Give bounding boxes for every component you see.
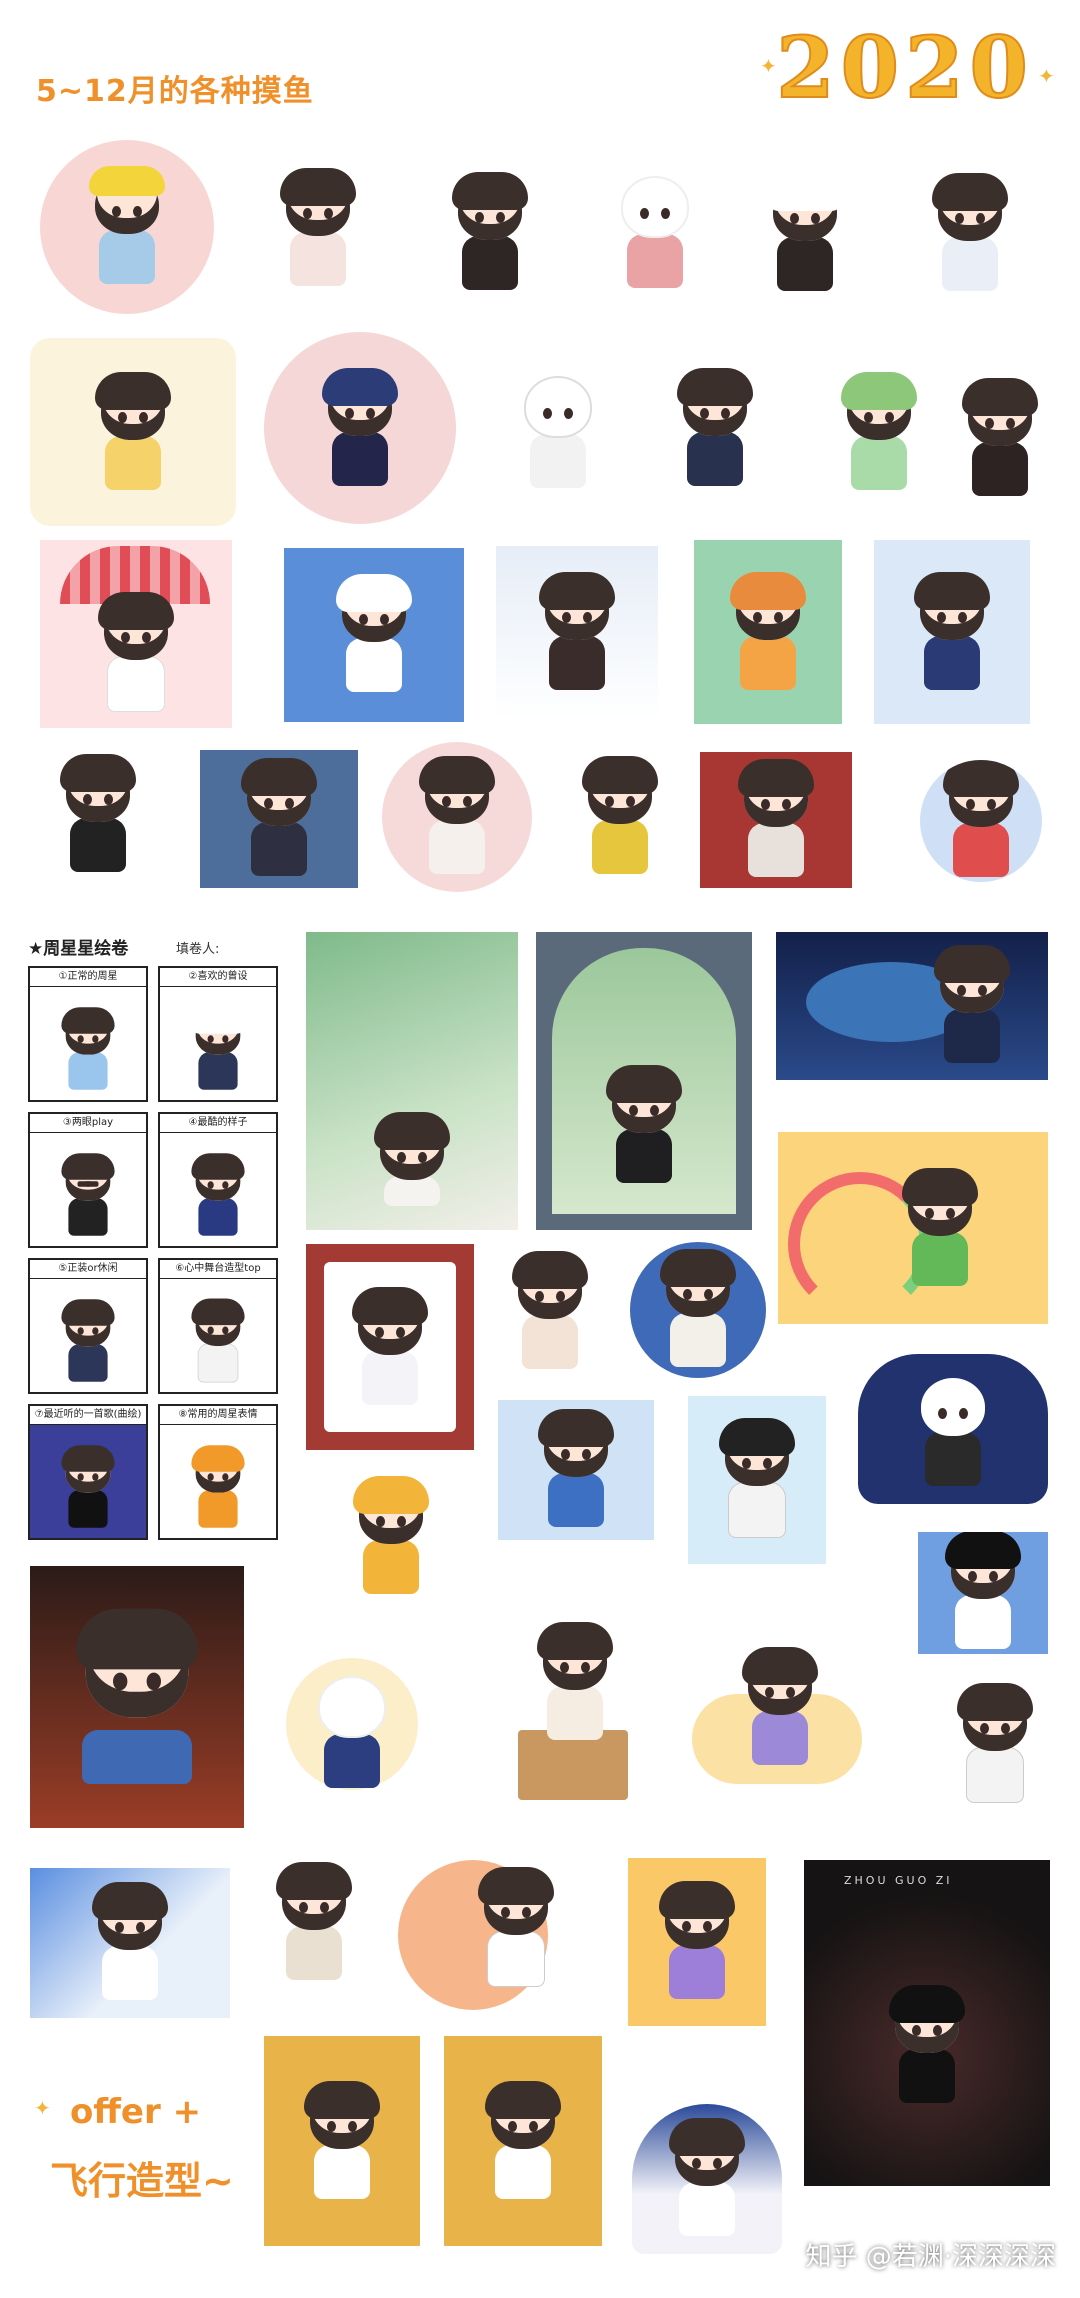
page-title: 5~12月的各种摸鱼 — [36, 74, 314, 109]
worksheet-cell-label: ①正常的周星 — [30, 968, 146, 987]
illustration-27 — [778, 1132, 1048, 1324]
offer-note: offer + — [70, 2092, 202, 2132]
illustration-41 — [30, 1868, 230, 2018]
star-icon: ✦ — [760, 54, 777, 78]
illustration-39 — [682, 1604, 878, 1810]
illustration-17 — [874, 540, 1030, 724]
worksheet-cell: ②喜欢的曾设 — [158, 966, 278, 1102]
illustration-22 — [700, 752, 852, 888]
star-icon: ★ — [28, 939, 44, 959]
year-title: 2020 — [775, 17, 1034, 118]
star-icon: ✦ — [1038, 64, 1055, 88]
worksheet-cell: ⑥心中舞台造型top — [158, 1258, 278, 1394]
illustration-29 — [480, 1244, 620, 1380]
illustration-14 — [284, 548, 464, 722]
worksheet-cell: ⑤正装or休闲 — [28, 1258, 148, 1394]
illustration-36 — [30, 1566, 244, 1828]
illustration-11 — [815, 350, 943, 516]
illustration-10 — [650, 344, 780, 514]
worksheet-cell: ①正常的周星 — [28, 966, 148, 1102]
illustration-37 — [276, 1638, 428, 1818]
worksheet-title: ★周星星绘卷 — [28, 939, 129, 959]
illustration-47 — [444, 2036, 602, 2246]
worksheet-cell: ③两眼play — [28, 1112, 148, 1248]
illustration-40 — [940, 1680, 1050, 1810]
worksheet-cell-label: ⑥心中舞台造型top — [160, 1260, 276, 1279]
illustration-34 — [316, 1462, 466, 1612]
illustration-25 — [536, 932, 752, 1230]
worksheet-cell-label: ④最酷的样子 — [160, 1114, 276, 1133]
illustration-20 — [382, 742, 532, 892]
worksheet-cell-label: ⑦最近听的一首歌(曲绘) — [30, 1406, 146, 1425]
illustration-6 — [895, 150, 1045, 318]
illustration-46 — [264, 2036, 420, 2246]
illustration-33 — [688, 1396, 826, 1564]
illustration-44 — [628, 1858, 766, 2026]
illustration-21 — [560, 746, 680, 888]
illustration-23 — [920, 760, 1042, 882]
worksheet-cell-label: ⑤正装or休闲 — [30, 1260, 146, 1279]
worksheet-cell: ④最酷的样子 — [158, 1112, 278, 1248]
worksheet-cell-label: ③两眼play — [30, 1114, 146, 1133]
illustration-31 — [858, 1354, 1048, 1504]
illustration-35 — [918, 1532, 1048, 1654]
illustration-16 — [694, 540, 842, 724]
illustration-32 — [498, 1400, 654, 1540]
illustration-15 — [496, 546, 658, 720]
worksheet-cell-label: ②喜欢的曾设 — [160, 968, 276, 987]
illustration-12 — [950, 364, 1050, 514]
illustration-38 — [488, 1600, 662, 1814]
illustration-2 — [238, 140, 398, 316]
illustration-42 — [240, 1838, 388, 2008]
illustration-7 — [30, 338, 236, 526]
illustration-45: ZHOU GUO ZI — [804, 1860, 1050, 2186]
illustration-8 — [264, 332, 456, 524]
illustration-30 — [630, 1242, 766, 1378]
illustration-18 — [22, 744, 174, 886]
illustration-24 — [306, 932, 518, 1230]
illustration-1 — [40, 140, 214, 314]
illustration-48 — [632, 2104, 782, 2254]
illustration-43 — [398, 1840, 594, 2016]
illustration-3 — [400, 148, 580, 318]
illustration-4 — [585, 140, 725, 316]
illustration-5 — [735, 150, 875, 318]
worksheet-cell-label: ⑧常用的周星表情 — [160, 1406, 276, 1425]
worksheet-cell: ⑧常用的周星表情 — [158, 1404, 278, 1540]
worksheet-fill-label: 填卷人: — [176, 942, 220, 957]
illustration-9 — [488, 344, 628, 514]
illustration-13 — [40, 540, 232, 728]
illustration-19 — [200, 750, 358, 888]
illustration-26 — [776, 932, 1048, 1080]
flight-note: 飞行造型~ — [50, 2159, 234, 2203]
star-icon: ✦ — [34, 2096, 51, 2120]
cg-text: ZHOU GUO ZI — [844, 1874, 953, 1887]
worksheet-cell: ⑦最近听的一首歌(曲绘) — [28, 1404, 148, 1540]
credit-watermark: 知乎 @若渊·深深深深 — [805, 2242, 1056, 2272]
illustration-28 — [306, 1244, 474, 1450]
